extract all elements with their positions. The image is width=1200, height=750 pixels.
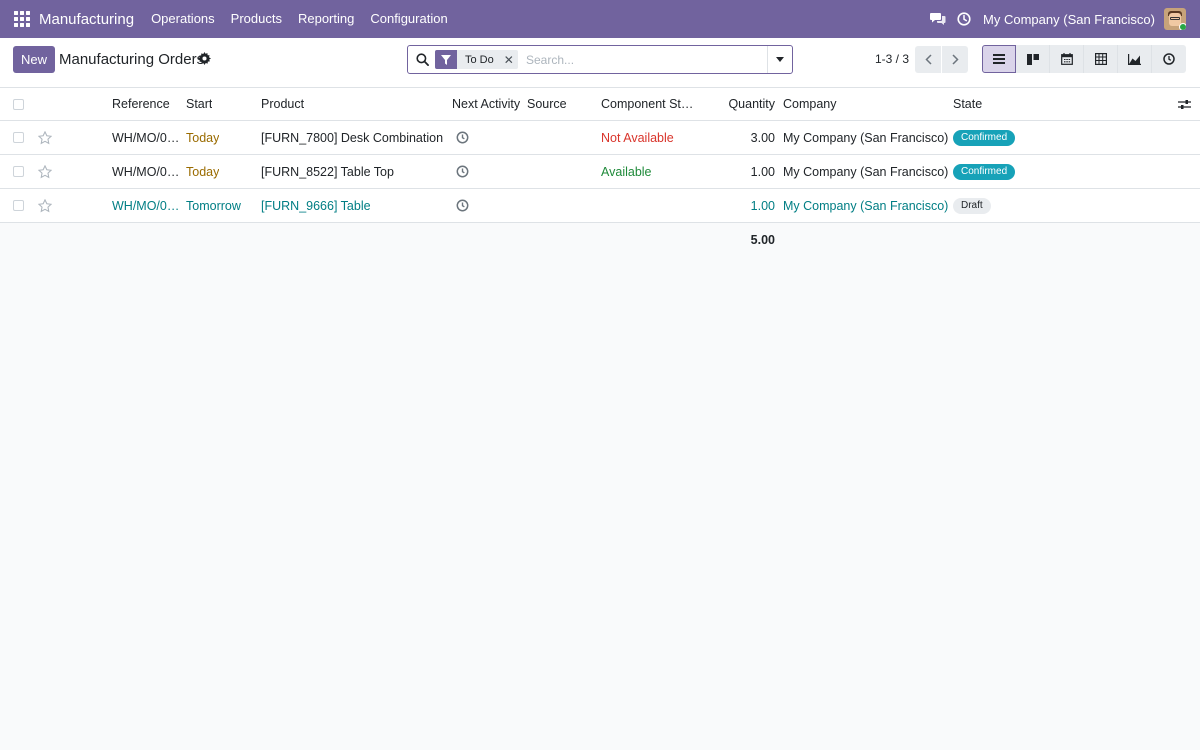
company-switcher[interactable]: My Company (San Francisco) bbox=[983, 12, 1155, 27]
column-header-component-status[interactable]: Component St… bbox=[601, 88, 693, 120]
table-footer-totals: 5.00 bbox=[0, 223, 1200, 256]
status-badge: Confirmed bbox=[953, 129, 1016, 146]
row-product[interactable]: [FURN_8522] Table Top bbox=[261, 155, 394, 188]
row-checkbox[interactable] bbox=[13, 121, 24, 154]
table-header: Reference Start Product Next Activity So… bbox=[0, 88, 1200, 121]
calendar-view-icon[interactable] bbox=[1050, 45, 1084, 73]
pivot-view-icon[interactable] bbox=[1084, 45, 1118, 73]
row-company[interactable]: My Company (San Francisco) bbox=[783, 121, 948, 154]
activity-view-icon[interactable] bbox=[1152, 45, 1186, 73]
activity-clock-icon[interactable] bbox=[951, 0, 977, 38]
control-panel: New Manufacturing Orders To Do ✕ 1-3 / 3 bbox=[0, 38, 1200, 88]
gear-icon[interactable] bbox=[198, 52, 212, 66]
row-start: Today bbox=[186, 164, 220, 179]
page-title: Manufacturing Orders bbox=[59, 51, 205, 68]
status-badge: Draft bbox=[953, 197, 991, 214]
row-checkbox[interactable] bbox=[13, 189, 24, 222]
row-state: Confirmed bbox=[953, 121, 1016, 154]
user-avatar[interactable] bbox=[1164, 8, 1186, 30]
filter-icon bbox=[435, 50, 457, 69]
activity-clock-icon[interactable] bbox=[456, 121, 469, 154]
total-quantity: 5.00 bbox=[750, 232, 775, 247]
facet-label: To Do bbox=[465, 53, 494, 66]
search-facet: To Do ✕ bbox=[435, 50, 518, 69]
kanban-view-icon[interactable] bbox=[1016, 45, 1050, 73]
search-input[interactable] bbox=[526, 51, 766, 68]
row-reference[interactable]: WH/MO/0… bbox=[112, 189, 178, 222]
column-header-quantity[interactable]: Quantity bbox=[700, 88, 775, 120]
search-options-dropdown-icon[interactable] bbox=[767, 46, 792, 73]
column-header-source[interactable]: Source bbox=[527, 88, 567, 120]
app-grid-icon[interactable] bbox=[14, 11, 30, 27]
status-badge: Confirmed bbox=[953, 163, 1016, 180]
row-component-status: Available bbox=[601, 164, 652, 179]
row-product[interactable]: [FURN_7800] Desk Combination bbox=[261, 121, 443, 154]
main-menu: Operations Products Reporting Configurat… bbox=[143, 0, 456, 38]
row-state: Draft bbox=[953, 189, 991, 222]
online-status-icon bbox=[1179, 23, 1186, 30]
priority-star-icon[interactable] bbox=[38, 121, 52, 154]
pager-previous-icon[interactable] bbox=[915, 46, 941, 73]
top-navbar: Manufacturing Operations Products Report… bbox=[0, 0, 1200, 38]
menu-reporting[interactable]: Reporting bbox=[290, 0, 362, 38]
activity-clock-icon[interactable] bbox=[456, 155, 469, 188]
pager-value[interactable]: 1-3 / 3 bbox=[875, 52, 909, 66]
row-checkbox[interactable] bbox=[13, 155, 24, 188]
table-row[interactable]: WH/MO/0… Today [FURN_7800] Desk Combinat… bbox=[0, 121, 1200, 155]
select-all-checkbox[interactable] bbox=[13, 88, 24, 120]
row-product[interactable]: [FURN_9666] Table bbox=[261, 189, 371, 222]
row-state: Confirmed bbox=[953, 155, 1016, 188]
column-header-company[interactable]: Company bbox=[783, 88, 837, 120]
column-header-start[interactable]: Start bbox=[186, 88, 212, 120]
row-quantity: 3.00 bbox=[750, 130, 775, 145]
row-reference[interactable]: WH/MO/0… bbox=[112, 155, 178, 188]
activity-clock-icon[interactable] bbox=[456, 189, 469, 222]
table-row[interactable]: WH/MO/0… Today [FURN_8522] Table Top Ava… bbox=[0, 155, 1200, 189]
row-quantity: 1.00 bbox=[750, 198, 775, 213]
row-company[interactable]: My Company (San Francisco) bbox=[783, 189, 948, 222]
column-header-product[interactable]: Product bbox=[261, 88, 304, 120]
column-header-next-activity[interactable]: Next Activity bbox=[452, 88, 520, 120]
new-button[interactable]: New bbox=[13, 46, 55, 73]
graph-view-icon[interactable] bbox=[1118, 45, 1152, 73]
column-header-reference[interactable]: Reference bbox=[112, 88, 170, 120]
list-view-icon[interactable] bbox=[982, 45, 1016, 73]
view-switcher bbox=[982, 45, 1186, 73]
search-icon[interactable] bbox=[416, 53, 430, 67]
table-row[interactable]: WH/MO/0… Tomorrow [FURN_9666] Table 1.00… bbox=[0, 189, 1200, 223]
priority-star-icon[interactable] bbox=[38, 189, 52, 222]
facet-remove-icon[interactable]: ✕ bbox=[500, 50, 518, 69]
priority-star-icon[interactable] bbox=[38, 155, 52, 188]
row-component-status: Not Available bbox=[601, 130, 674, 145]
row-start: Today bbox=[186, 130, 220, 145]
pager-next-icon[interactable] bbox=[942, 46, 968, 73]
app-brand[interactable]: Manufacturing bbox=[39, 11, 134, 28]
optional-columns-toggle-icon[interactable] bbox=[1178, 88, 1191, 120]
menu-operations[interactable]: Operations bbox=[143, 0, 223, 38]
column-header-state[interactable]: State bbox=[953, 88, 982, 120]
row-quantity: 1.00 bbox=[750, 164, 775, 179]
row-reference[interactable]: WH/MO/0… bbox=[112, 121, 178, 154]
row-company[interactable]: My Company (San Francisco) bbox=[783, 155, 948, 188]
row-start: Tomorrow bbox=[186, 198, 241, 213]
search-bar: To Do ✕ bbox=[407, 45, 793, 74]
chat-icon[interactable] bbox=[925, 0, 951, 38]
menu-configuration[interactable]: Configuration bbox=[362, 0, 455, 38]
menu-products[interactable]: Products bbox=[223, 0, 290, 38]
